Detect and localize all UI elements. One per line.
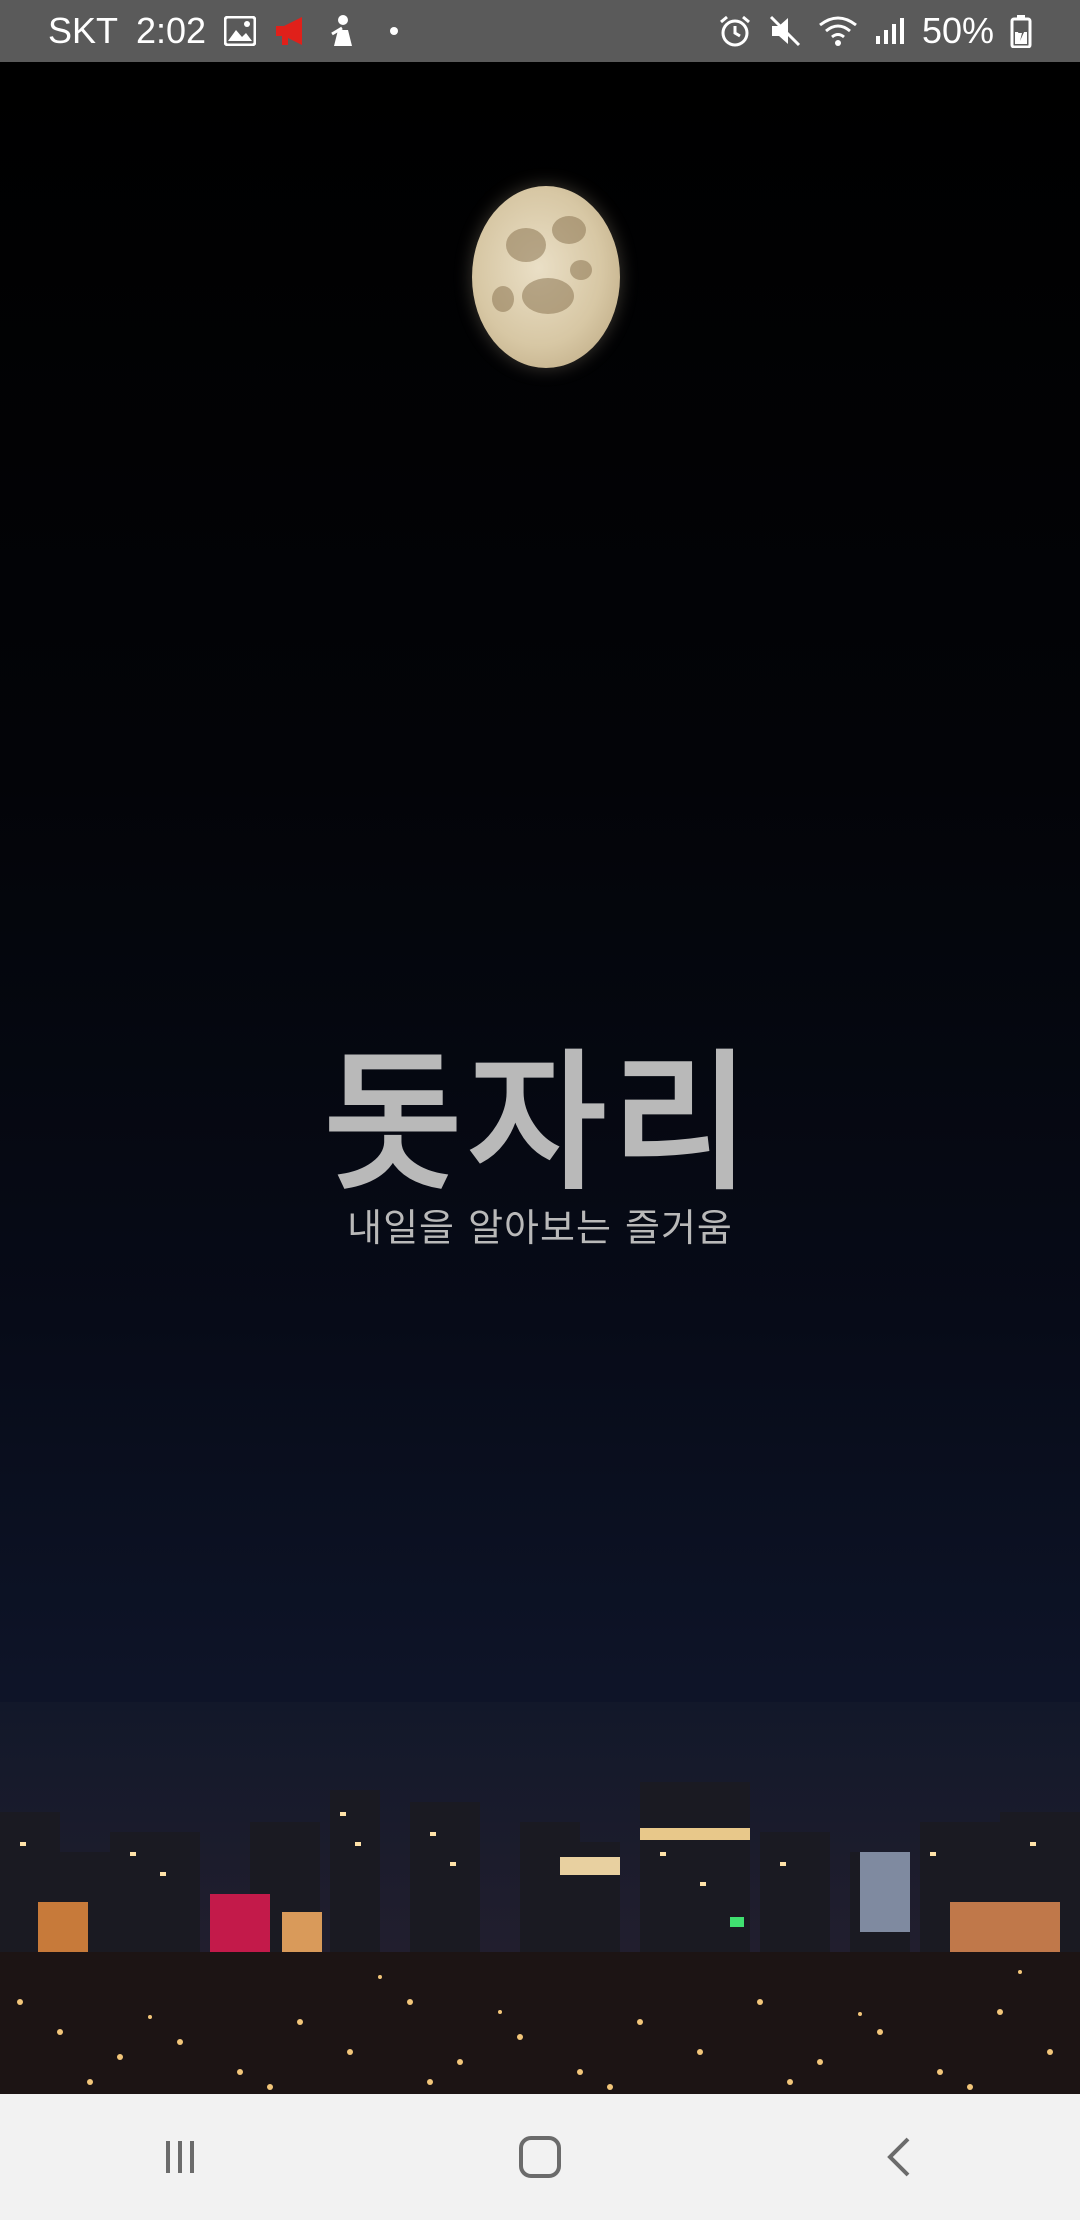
app-tagline: 내일을 알아보는 즐거움 bbox=[347, 1206, 733, 1250]
alarm-icon bbox=[718, 13, 752, 49]
figure-icon bbox=[328, 13, 358, 49]
image-icon bbox=[224, 13, 257, 49]
recent-apps-button[interactable] bbox=[110, 2094, 250, 2220]
navigation-bar bbox=[0, 2094, 1080, 2220]
back-icon bbox=[887, 2137, 910, 2177]
clock: 2:02 bbox=[136, 10, 207, 51]
back-button[interactable] bbox=[830, 2094, 970, 2220]
battery-percent: 50% bbox=[921, 10, 994, 51]
recent-apps-icon bbox=[166, 2141, 194, 2173]
mute-icon bbox=[768, 13, 802, 49]
dot-icon bbox=[390, 27, 399, 35]
battery-icon bbox=[1010, 13, 1032, 49]
status-bar: SKT 2:02 50% bbox=[0, 0, 1080, 62]
wifi-icon bbox=[818, 13, 858, 49]
signal-icon bbox=[874, 13, 906, 49]
home-button[interactable] bbox=[470, 2094, 610, 2220]
carrier-label: SKT bbox=[48, 10, 119, 51]
city-skyline-image bbox=[0, 1702, 1080, 2094]
moon-image bbox=[472, 186, 620, 368]
splash-screen: 돗자리 내일을 알아보는 즐거움 bbox=[0, 62, 1080, 2094]
megaphone-icon bbox=[274, 13, 310, 49]
app-title: 돗자리 bbox=[323, 1037, 756, 1211]
home-icon bbox=[519, 2136, 561, 2178]
